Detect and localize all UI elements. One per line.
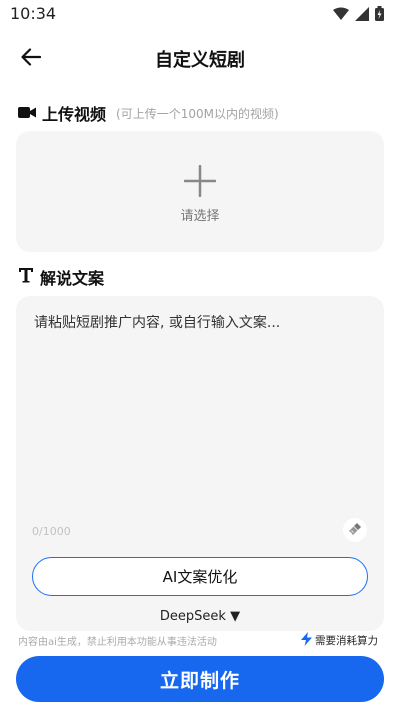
wifi-icon bbox=[333, 6, 349, 25]
script-section-label: 解说文案 bbox=[40, 269, 105, 288]
upload-section-label: 上传视频 bbox=[42, 105, 107, 124]
footer-row: 内容由ai生成，禁止利用本功能从事违法活动 需要消耗算力 bbox=[0, 631, 400, 651]
cost-note: 需要消耗算力 bbox=[301, 632, 378, 649]
video-camera-icon bbox=[18, 104, 36, 123]
status-bar: 10:34 bbox=[0, 0, 400, 28]
script-panel: 0/1000 AI文案优化 DeepSeek ▼ bbox=[16, 296, 384, 631]
upload-section-title: 上传视频 (可上传一个100M以内的视频) bbox=[18, 101, 279, 125]
battery-icon bbox=[375, 6, 384, 25]
upload-hint: (可上传一个100M以内的视频) bbox=[116, 106, 279, 121]
plus-icon bbox=[183, 164, 217, 198]
submit-button[interactable]: 立即制作 bbox=[16, 656, 384, 702]
text-format-icon bbox=[18, 267, 34, 287]
status-icons bbox=[333, 6, 384, 25]
page-title: 自定义短剧 bbox=[155, 50, 245, 71]
char-count: 0/1000 bbox=[32, 525, 71, 538]
clear-text-button[interactable] bbox=[343, 518, 367, 542]
cellular-signal-icon bbox=[355, 6, 369, 25]
broom-icon bbox=[348, 521, 362, 540]
header: 自定义短剧 bbox=[0, 36, 400, 80]
cost-note-text: 需要消耗算力 bbox=[315, 635, 378, 647]
disclaimer-text: 内容由ai生成，禁止利用本功能从事违法活动 bbox=[18, 637, 217, 648]
upload-video-box[interactable]: 请选择 bbox=[16, 131, 384, 252]
script-textarea[interactable] bbox=[32, 310, 372, 514]
model-selector[interactable]: DeepSeek ▼ bbox=[16, 609, 384, 624]
script-section-title: 解说文案 bbox=[18, 265, 104, 289]
upload-select-label: 请选择 bbox=[180, 209, 220, 224]
status-time: 10:34 bbox=[10, 4, 57, 23]
lightning-icon bbox=[301, 632, 312, 649]
ai-optimize-button[interactable]: AI文案优化 bbox=[32, 557, 368, 596]
